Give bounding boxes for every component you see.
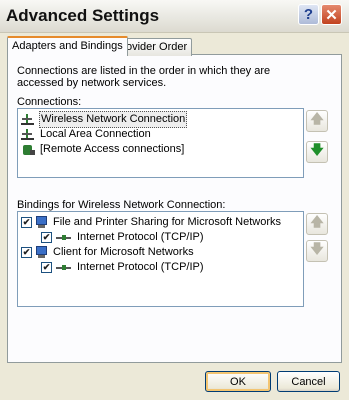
binding-label: Internet Protocol (TCP/IP) (77, 261, 204, 273)
advanced-settings-dialog: Advanced Settings ? ✕ Adapters and Bindi… (0, 0, 349, 400)
arrow-down-icon: 🡇 (310, 242, 324, 257)
description-text: Connections are listed in the order in w… (17, 65, 271, 89)
connections-label: Connections: (17, 96, 82, 108)
binding-item-file-and-printer-sharing[interactable]: File and Printer Sharing for Microsoft N… (21, 215, 282, 230)
close-icon: ✕ (325, 6, 338, 24)
connections-move-up-button[interactable]: 🡅 (306, 110, 328, 132)
list-item-label: [Remote Access connections] (40, 143, 185, 155)
tab-label: Adapters and Bindings (12, 40, 123, 52)
binding-item-tcpip-2[interactable]: Internet Protocol (TCP/IP) (41, 260, 205, 275)
binding-checkbox[interactable] (41, 262, 52, 273)
connections-list[interactable]: Wireless Network Connection Local Area C… (17, 108, 304, 178)
network-adapter-icon (21, 128, 37, 141)
help-button[interactable]: ? (298, 4, 319, 25)
protocol-icon (55, 233, 73, 243)
bindings-list[interactable]: File and Printer Sharing for Microsoft N… (17, 211, 304, 307)
binding-label: File and Printer Sharing for Microsoft N… (53, 216, 282, 228)
binding-checkbox[interactable] (41, 232, 52, 243)
title-bar[interactable]: Advanced Settings ? ✕ (0, 0, 349, 33)
window-title: Advanced Settings (6, 6, 160, 25)
list-item-label: Local Area Connection (40, 128, 151, 140)
protocol-icon (55, 263, 73, 273)
list-item-label: Wireless Network Connection (39, 111, 188, 128)
binding-checkbox[interactable] (21, 247, 32, 258)
arrow-down-icon: 🡇 (310, 143, 324, 158)
help-icon: ? (303, 6, 314, 23)
binding-item-client-for-microsoft-networks[interactable]: Client for Microsoft Networks (21, 245, 195, 260)
close-button[interactable]: ✕ (321, 4, 342, 25)
network-adapter-icon (21, 113, 37, 126)
list-item-remote-access-connections[interactable]: [Remote Access connections] (21, 142, 185, 157)
ok-button[interactable]: OK (205, 371, 271, 392)
binding-label: Client for Microsoft Networks (53, 246, 194, 258)
binding-item-tcpip-1[interactable]: Internet Protocol (TCP/IP) (41, 230, 205, 245)
connections-move-down-button[interactable]: 🡇 (306, 141, 328, 163)
list-item-local-area-connection[interactable]: Local Area Connection (21, 127, 152, 142)
bindings-move-up-button[interactable]: 🡅 (306, 213, 328, 235)
list-item-wireless-network-connection[interactable]: Wireless Network Connection (21, 111, 188, 128)
tab-adapters-and-bindings[interactable]: Adapters and Bindings (7, 36, 128, 56)
bindings-label: Bindings for Wireless Network Connection… (17, 199, 226, 211)
bindings-move-down-button[interactable]: 🡇 (306, 240, 328, 262)
arrow-up-icon: 🡅 (310, 112, 324, 127)
remote-access-icon (21, 143, 37, 157)
cancel-button[interactable]: Cancel (277, 371, 340, 392)
client-icon (35, 246, 49, 259)
binding-checkbox[interactable] (21, 217, 32, 228)
service-icon (35, 216, 49, 229)
binding-label: Internet Protocol (TCP/IP) (77, 231, 204, 243)
arrow-up-icon: 🡅 (310, 215, 324, 230)
